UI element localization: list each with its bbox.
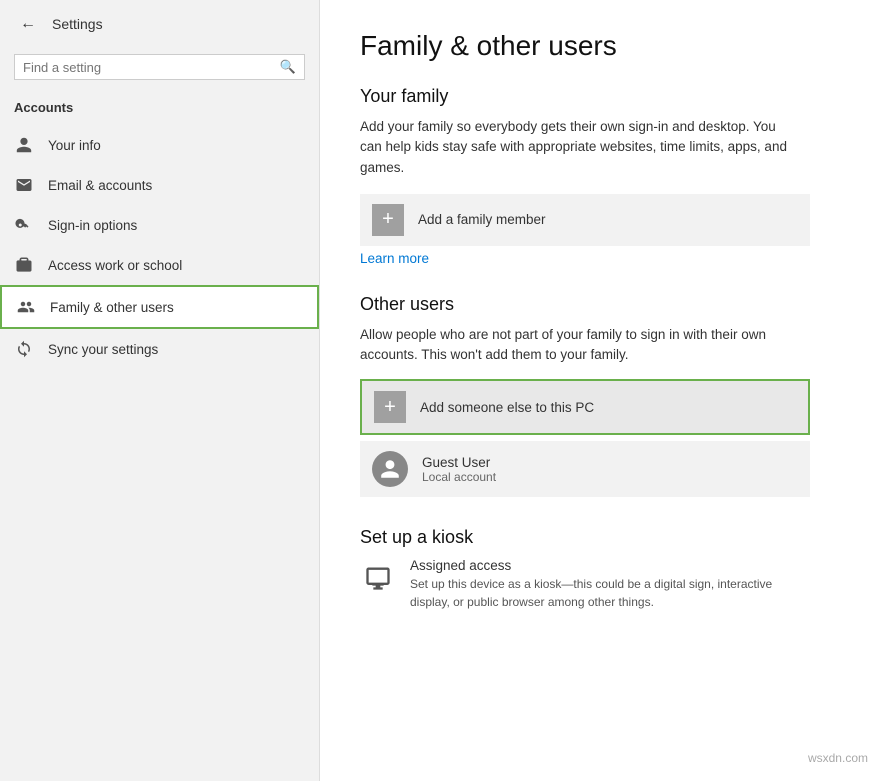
- settings-title-label: Settings: [52, 16, 103, 32]
- guest-user-avatar: [372, 451, 408, 487]
- assigned-access-item[interactable]: Assigned access Set up this device as a …: [360, 558, 810, 611]
- sidebar: ← Settings 🔍 Accounts Your info Email & …: [0, 0, 320, 781]
- add-other-plus-icon: +: [374, 391, 406, 423]
- guest-user-type: Local account: [422, 470, 496, 484]
- accounts-heading: Accounts: [0, 94, 319, 125]
- page-title: Family & other users: [360, 30, 848, 62]
- sidebar-item-family-other-users-label: Family & other users: [50, 300, 174, 315]
- email-icon: [14, 175, 34, 195]
- sidebar-item-sign-in-options[interactable]: Sign-in options: [0, 205, 319, 245]
- person-icon: [14, 135, 34, 155]
- sync-icon: [14, 339, 34, 359]
- kiosk-heading: Set up a kiosk: [360, 527, 848, 548]
- kiosk-section: Set up a kiosk Assigned access Set up th…: [360, 527, 848, 611]
- kiosk-monitor-icon: [360, 560, 396, 596]
- titlebar: ← Settings: [0, 0, 319, 48]
- add-family-plus-icon: +: [372, 204, 404, 236]
- sidebar-item-family-other-users[interactable]: Family & other users: [0, 285, 319, 329]
- sidebar-item-your-info-label: Your info: [48, 138, 101, 153]
- sidebar-item-sync-settings[interactable]: Sync your settings: [0, 329, 319, 369]
- assigned-access-name: Assigned access: [410, 558, 790, 573]
- your-family-desc: Add your family so everybody gets their …: [360, 117, 800, 178]
- add-someone-else-label: Add someone else to this PC: [420, 400, 594, 415]
- add-family-member-label: Add a family member: [418, 212, 546, 227]
- learn-more-link[interactable]: Learn more: [360, 251, 429, 266]
- sidebar-item-sign-in-options-label: Sign-in options: [48, 218, 137, 233]
- main-content: Family & other users Your family Add you…: [320, 0, 888, 781]
- key-icon: [14, 215, 34, 235]
- sidebar-item-sync-settings-label: Sync your settings: [48, 342, 158, 357]
- assigned-access-info: Assigned access Set up this device as a …: [410, 558, 790, 611]
- people-icon: [16, 297, 36, 317]
- back-button[interactable]: ←: [14, 10, 42, 38]
- guest-user-item[interactable]: Guest User Local account: [360, 441, 810, 497]
- sidebar-item-your-info[interactable]: Your info: [0, 125, 319, 165]
- add-family-member-button[interactable]: + Add a family member: [360, 194, 810, 246]
- guest-user-name: Guest User: [422, 455, 496, 470]
- other-users-desc: Allow people who are not part of your fa…: [360, 325, 810, 366]
- search-input[interactable]: [23, 60, 280, 75]
- add-someone-else-button[interactable]: + Add someone else to this PC: [360, 379, 810, 435]
- assigned-access-desc: Set up this device as a kiosk—this could…: [410, 575, 790, 611]
- other-users-heading: Other users: [360, 294, 848, 315]
- briefcase-icon: [14, 255, 34, 275]
- guest-user-info: Guest User Local account: [422, 455, 496, 484]
- sidebar-item-access-work-school-label: Access work or school: [48, 258, 182, 273]
- search-box: 🔍: [14, 54, 305, 80]
- sidebar-item-email-accounts[interactable]: Email & accounts: [0, 165, 319, 205]
- your-family-heading: Your family: [360, 86, 848, 107]
- search-icon[interactable]: 🔍: [280, 59, 296, 75]
- sidebar-item-access-work-school[interactable]: Access work or school: [0, 245, 319, 285]
- sidebar-item-email-accounts-label: Email & accounts: [48, 178, 152, 193]
